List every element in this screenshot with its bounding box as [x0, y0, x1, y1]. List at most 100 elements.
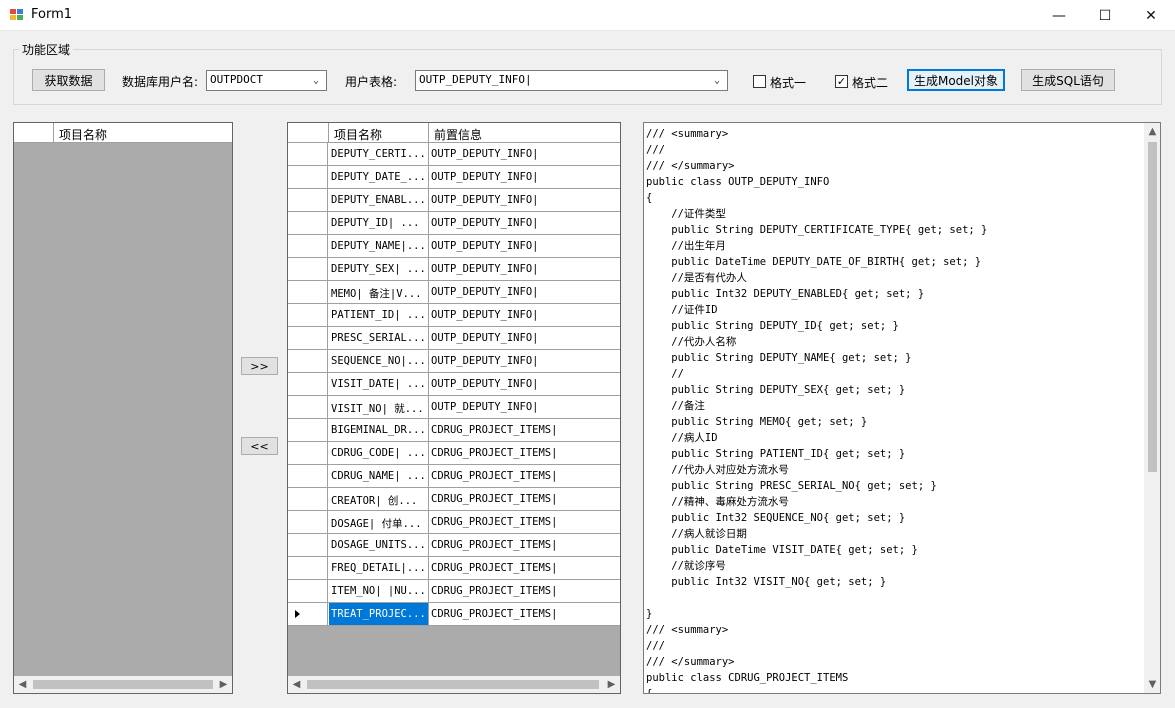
scroll-up-icon[interactable]: ▲ — [1144, 123, 1160, 140]
generate-sql-button[interactable]: 生成SQL语句 — [1021, 69, 1115, 91]
row-header[interactable] — [288, 304, 328, 326]
cell-prefix-info[interactable]: OUTP_DEPUTY_INFO| — [429, 143, 620, 165]
move-right-button[interactable]: >> — [241, 357, 278, 375]
scroll-down-icon[interactable]: ▼ — [1144, 676, 1160, 693]
table-row[interactable]: DOSAGE| 付单... CDRUG_PROJECT_ITEMS| — [288, 511, 620, 534]
table-row[interactable]: PATIENT_ID| ... OUTP_DEPUTY_INFO| — [288, 304, 620, 327]
cell-prefix-info[interactable]: OUTP_DEPUTY_INFO| — [429, 327, 620, 349]
table-row[interactable]: BIGEMINAL_DR... CDRUG_PROJECT_ITEMS| — [288, 419, 620, 442]
table-row[interactable]: DEPUTY_ID| ... OUTP_DEPUTY_INFO| — [288, 212, 620, 235]
db-user-combo[interactable]: OUTPDOCT ⌄ — [206, 70, 327, 91]
row-header[interactable] — [288, 258, 328, 280]
table-row[interactable]: VISIT_DATE| ... OUTP_DEPUTY_INFO| — [288, 373, 620, 396]
cell-prefix-info[interactable]: CDRUG_PROJECT_ITEMS| — [429, 557, 620, 579]
cell-item-name[interactable]: DEPUTY_DATE_... — [329, 166, 429, 188]
cell-prefix-info[interactable]: OUTP_DEPUTY_INFO| — [429, 189, 620, 211]
cell-item-name[interactable]: PRESC_SERIAL... — [329, 327, 429, 349]
cell-item-name[interactable]: DEPUTY_NAME|... — [329, 235, 429, 257]
row-header[interactable] — [288, 603, 328, 625]
row-header[interactable] — [288, 488, 328, 510]
middle-field-grid[interactable]: 项目名称 前置信息 DEPUTY_CERTI... OUTP_DEPUTY_INF… — [287, 122, 621, 694]
cell-item-name[interactable]: MEMO| 备注|V... — [329, 281, 429, 303]
table-row[interactable]: MEMO| 备注|V... OUTP_DEPUTY_INFO| — [288, 281, 620, 304]
cell-item-name[interactable]: BIGEMINAL_DR... — [329, 419, 429, 441]
table-combo[interactable]: OUTP_DEPUTY_INFO| ⌄ — [415, 70, 728, 91]
row-header[interactable] — [288, 235, 328, 257]
cell-item-name[interactable]: TREAT_PROJEC... — [329, 603, 429, 625]
cell-prefix-info[interactable]: OUTP_DEPUTY_INFO| — [429, 281, 620, 303]
cell-item-name[interactable]: DOSAGE_UNITS... — [329, 534, 429, 556]
scroll-thumb[interactable] — [33, 680, 213, 689]
cell-prefix-info[interactable]: CDRUG_PROJECT_ITEMS| — [429, 419, 620, 441]
table-row[interactable]: PRESC_SERIAL... OUTP_DEPUTY_INFO| — [288, 327, 620, 350]
cell-item-name[interactable]: SEQUENCE_NO|... — [329, 350, 429, 372]
cell-item-name[interactable]: VISIT_DATE| ... — [329, 373, 429, 395]
close-button[interactable]: ✕ — [1128, 0, 1174, 31]
scroll-right-icon[interactable]: ▶ — [603, 676, 620, 693]
cell-item-name[interactable]: DEPUTY_SEX| ... — [329, 258, 429, 280]
table-row[interactable]: DEPUTY_DATE_... OUTP_DEPUTY_INFO| — [288, 166, 620, 189]
column-header-name[interactable]: 项目名称 — [329, 123, 429, 143]
format2-checkbox[interactable]: ✓ — [835, 75, 848, 88]
row-header[interactable] — [288, 442, 328, 464]
cell-item-name[interactable]: DEPUTY_ENABL... — [329, 189, 429, 211]
row-header[interactable] — [288, 511, 328, 533]
cell-prefix-info[interactable]: OUTP_DEPUTY_INFO| — [429, 373, 620, 395]
cell-prefix-info[interactable]: OUTP_DEPUTY_INFO| — [429, 304, 620, 326]
generate-model-button[interactable]: 生成Model对象 — [907, 69, 1005, 91]
row-header[interactable] — [288, 465, 328, 487]
row-header[interactable] — [288, 350, 328, 372]
table-row[interactable]: DOSAGE_UNITS... CDRUG_PROJECT_ITEMS| — [288, 534, 620, 557]
table-row[interactable]: SEQUENCE_NO|... OUTP_DEPUTY_INFO| — [288, 350, 620, 373]
table-row[interactable]: ITEM_NO| |NU... CDRUG_PROJECT_ITEMS| — [288, 580, 620, 603]
row-header[interactable] — [288, 534, 328, 556]
cell-prefix-info[interactable]: CDRUG_PROJECT_ITEMS| — [429, 580, 620, 602]
row-header[interactable] — [288, 166, 328, 188]
format2-label[interactable]: 格式二 — [852, 74, 888, 91]
row-header[interactable] — [288, 373, 328, 395]
cell-item-name[interactable]: PATIENT_ID| ... — [329, 304, 429, 326]
row-header[interactable] — [288, 327, 328, 349]
minimize-button[interactable]: — — [1036, 0, 1082, 31]
cell-prefix-info[interactable]: OUTP_DEPUTY_INFO| — [429, 258, 620, 280]
cell-prefix-info[interactable]: OUTP_DEPUTY_INFO| — [429, 235, 620, 257]
row-header[interactable] — [288, 580, 328, 602]
cell-item-name[interactable]: FREQ_DETAIL|... — [329, 557, 429, 579]
cell-item-name[interactable]: DOSAGE| 付单... — [329, 511, 429, 533]
row-header[interactable] — [288, 419, 328, 441]
cell-prefix-info[interactable]: CDRUG_PROJECT_ITEMS| — [429, 465, 620, 487]
cell-item-name[interactable]: VISIT_NO| 就... — [329, 396, 429, 418]
move-left-button[interactable]: << — [241, 437, 278, 455]
table-row[interactable]: DEPUTY_SEX| ... OUTP_DEPUTY_INFO| — [288, 258, 620, 281]
left-grid-hscroll[interactable]: ◀ ▶ — [14, 676, 232, 693]
cell-prefix-info[interactable]: CDRUG_PROJECT_ITEMS| — [429, 442, 620, 464]
row-header[interactable] — [288, 189, 328, 211]
row-header[interactable] — [288, 396, 328, 418]
cell-prefix-info[interactable]: OUTP_DEPUTY_INFO| — [429, 396, 620, 418]
cell-item-name[interactable]: DEPUTY_CERTI... — [329, 143, 429, 165]
row-header[interactable] — [288, 143, 328, 165]
cell-prefix-info[interactable]: OUTP_DEPUTY_INFO| — [429, 166, 620, 188]
cell-prefix-info[interactable]: CDRUG_PROJECT_ITEMS| — [429, 603, 620, 625]
cell-item-name[interactable]: ITEM_NO| |NU... — [329, 580, 429, 602]
table-row[interactable]: VISIT_NO| 就... OUTP_DEPUTY_INFO| — [288, 396, 620, 419]
maximize-button[interactable]: ☐ — [1082, 0, 1128, 31]
fetch-data-button[interactable]: 获取数据 — [32, 69, 105, 91]
scroll-thumb[interactable] — [1148, 142, 1157, 472]
left-field-grid[interactable]: 项目名称 ◀ ▶ — [13, 122, 233, 694]
row-header[interactable] — [288, 281, 328, 303]
cell-prefix-info[interactable]: CDRUG_PROJECT_ITEMS| — [429, 534, 620, 556]
cell-prefix-info[interactable]: OUTP_DEPUTY_INFO| — [429, 350, 620, 372]
format1-label[interactable]: 格式一 — [770, 74, 806, 91]
column-header-info[interactable]: 前置信息 — [429, 123, 620, 143]
row-header[interactable] — [288, 557, 328, 579]
cell-item-name[interactable]: DEPUTY_ID| ... — [329, 212, 429, 234]
middle-grid-hscroll[interactable]: ◀ ▶ — [288, 676, 620, 693]
table-row[interactable]: FREQ_DETAIL|... CDRUG_PROJECT_ITEMS| — [288, 557, 620, 580]
cell-item-name[interactable]: CDRUG_NAME| ... — [329, 465, 429, 487]
chevron-down-icon[interactable]: ⌄ — [309, 72, 323, 89]
row-header[interactable] — [288, 212, 328, 234]
cell-prefix-info[interactable]: OUTP_DEPUTY_INFO| — [429, 212, 620, 234]
scroll-thumb[interactable] — [307, 680, 599, 689]
format1-checkbox[interactable] — [753, 75, 766, 88]
